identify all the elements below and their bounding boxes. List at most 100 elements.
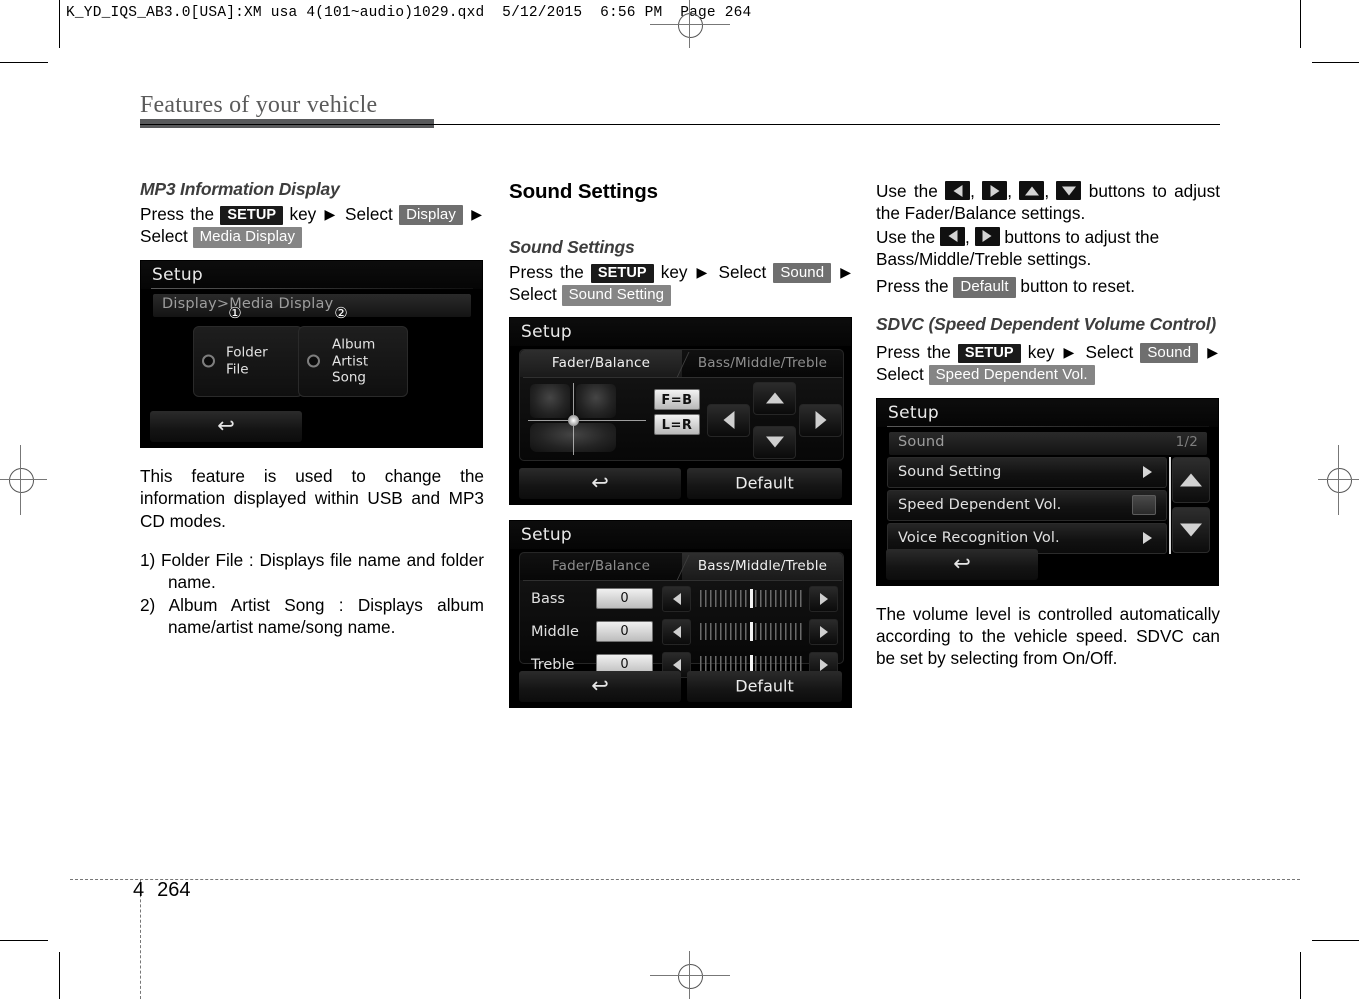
triangle-left-icon — [672, 592, 681, 605]
eq-decrease-bass-button[interactable] — [662, 585, 691, 612]
breadcrumb-text: Display>Media Display — [162, 295, 334, 312]
triangle-down-icon — [765, 436, 784, 448]
step-arrow-icon: ▶ — [696, 263, 710, 280]
eq-increase-middle-button[interactable] — [809, 618, 838, 645]
default-button-label: Default — [735, 676, 794, 696]
default-token[interactable]: Default — [953, 277, 1016, 298]
select-label-1: Select — [1085, 341, 1134, 362]
chevron-right-icon — [1143, 466, 1152, 479]
back-button[interactable]: ↩ — [519, 467, 681, 499]
fader-balance-screen: Setup Fader/Balance Bass/Middle/Treble F… — [509, 316, 852, 505]
fader-panel: Fader/Balance Bass/Middle/Treble F=B L=R — [519, 348, 844, 461]
select-label-2: Select — [876, 364, 924, 385]
balance-position-marker[interactable] — [568, 414, 579, 426]
back-button[interactable]: ↩ — [886, 548, 1038, 580]
up-arrow-key-icon[interactable] — [1019, 181, 1045, 200]
media-display-token[interactable]: Media Display — [192, 227, 303, 248]
option-album-artist-song-label: Album Artist Song — [332, 337, 375, 386]
press-the-label: Press the — [509, 261, 584, 282]
registration-mark-bottom — [650, 951, 730, 999]
page-number: 264 — [157, 879, 191, 901]
left-arrow-key-icon[interactable] — [945, 181, 971, 200]
tab-bass-middle-treble[interactable]: Bass/Middle/Treble — [682, 349, 843, 377]
option1-line1: Folder — [226, 344, 268, 361]
left-arrow-key-icon-2[interactable] — [940, 226, 966, 246]
list-item-label: Sound Setting — [898, 463, 1002, 480]
column-3: Use the , , , buttons to adjust the Fade… — [876, 180, 1220, 670]
screen-breadcrumb: Sound 1/2 — [889, 431, 1207, 455]
registration-mark-top — [650, 0, 730, 48]
sound-token[interactable]: Sound — [773, 262, 832, 284]
pad-down-button[interactable] — [753, 425, 796, 459]
eq-increase-bass-button[interactable] — [809, 585, 838, 612]
triangle-right-icon — [819, 658, 828, 671]
tab-fader-balance[interactable]: Fader/Balance — [520, 349, 682, 377]
option-folder-file[interactable]: Folder File — [193, 325, 303, 397]
screen-titlebar: Setup — [877, 398, 1218, 427]
press-the-label: Press the — [876, 341, 951, 362]
tab-divider — [676, 554, 690, 580]
back-button[interactable]: ↩ — [150, 410, 302, 442]
down-arrow-key-icon[interactable] — [1056, 181, 1082, 200]
display-token[interactable]: Display — [399, 204, 463, 226]
setup-key-token[interactable]: SETUP — [957, 343, 1021, 364]
pad-left-button[interactable] — [707, 403, 750, 437]
checkbox-icon[interactable] — [1132, 495, 1156, 516]
default-button[interactable]: Default — [687, 467, 842, 499]
eq-slider-bass[interactable] — [700, 588, 802, 608]
step-arrow-icon-2: ▶ — [471, 205, 482, 222]
list-item[interactable]: Sound Setting — [887, 456, 1167, 488]
default-reset-instruction-tail: button to reset. — [1020, 276, 1136, 297]
option-badge-2: ② — [334, 303, 348, 322]
radio-icon-folder-file[interactable] — [202, 354, 215, 368]
scrollbar-track[interactable] — [1169, 456, 1171, 554]
screen-breadcrumb: Display>Media Display — [153, 293, 471, 317]
back-button[interactable]: ↩ — [519, 670, 681, 702]
fader-equal-button[interactable]: F=B — [654, 388, 700, 410]
select-label-2: Select — [509, 284, 557, 305]
scroll-down-button[interactable] — [1172, 506, 1210, 553]
setup-key-token[interactable]: SETUP — [220, 205, 284, 226]
tab-fader-balance[interactable]: Fader/Balance — [520, 552, 682, 580]
screen-title: Setup — [521, 524, 572, 545]
screen-title-rule — [887, 425, 1209, 427]
balance-equal-button[interactable]: L=R — [654, 413, 700, 435]
eq-decrease-middle-button[interactable] — [662, 618, 691, 645]
option2-line2: Artist — [332, 353, 369, 370]
mp3-information-display-heading: MP3 Information Display — [140, 179, 340, 199]
bmt-panel: Fader/Balance Bass/Middle/Treble Bass 0 … — [519, 551, 844, 678]
pad-right-button[interactable] — [799, 403, 842, 437]
triangle-right-icon — [815, 411, 826, 430]
right-arrow-key-icon[interactable] — [982, 181, 1008, 200]
eq-label-middle: Middle — [531, 623, 579, 640]
right-arrow-key-icon-2[interactable] — [974, 226, 1000, 246]
seat-diagram[interactable] — [528, 382, 646, 455]
default-button[interactable]: Default — [687, 670, 842, 702]
triangle-left-icon — [672, 658, 681, 671]
sound-setting-token[interactable]: Sound Setting — [561, 285, 672, 306]
default-reset-instruction: Press the Default button to reset. — [876, 275, 1220, 298]
step-arrow-icon-2: ▶ — [840, 263, 851, 280]
setup-key-token[interactable]: SETUP — [590, 263, 654, 284]
list-item[interactable]: Speed Dependent Vol. — [887, 489, 1167, 521]
sound-token[interactable]: Sound — [1140, 342, 1199, 363]
pad-up-button[interactable] — [753, 381, 796, 415]
step-arrow-icon-2: ▶ — [1207, 343, 1218, 360]
tab-divider — [676, 351, 690, 377]
option-album-artist-song[interactable]: Album Artist Song — [298, 325, 408, 397]
radio-icon-album-artist-song[interactable] — [307, 354, 320, 368]
scroll-up-button[interactable] — [1172, 456, 1210, 503]
triangle-left-icon — [672, 625, 681, 638]
speed-dependent-vol-token[interactable]: Speed Dependent Vol. — [928, 365, 1095, 386]
back-arrow-icon: ↩ — [953, 551, 971, 576]
use-the-label-2: Use the — [876, 226, 936, 247]
tab-bass-middle-treble[interactable]: Bass/Middle/Treble — [682, 552, 843, 580]
list-item-label: Voice Recognition Vol. — [898, 529, 1060, 546]
page-indicator: 1/2 — [1175, 433, 1198, 450]
registration-mark-left — [0, 445, 56, 515]
eq-value-middle: 0 — [596, 620, 653, 642]
crop-mark-bottom-right-horizontal — [1312, 940, 1359, 941]
select-label-2: Select — [140, 226, 188, 247]
chevron-right-icon — [1143, 532, 1152, 545]
eq-slider-middle[interactable] — [700, 621, 802, 641]
